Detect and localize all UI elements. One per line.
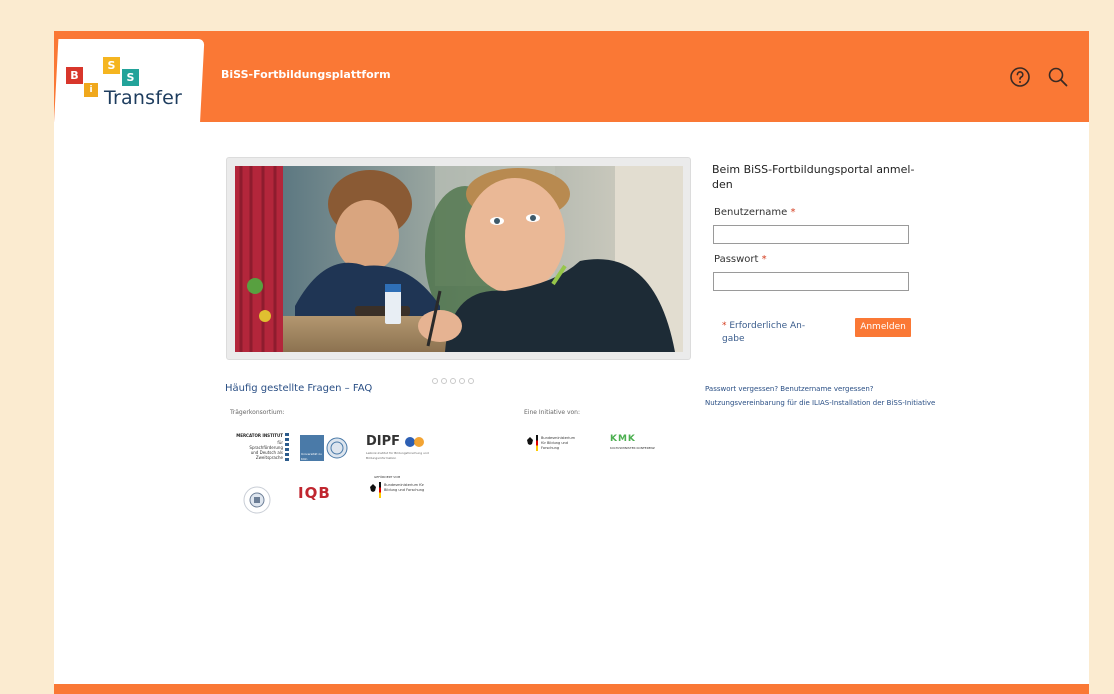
required-note: * Erforderliche An-gabe [722, 320, 822, 346]
help-circle-icon[interactable] [1008, 65, 1032, 89]
uni-koeln-logo[interactable]: Universität zu Köln [300, 435, 350, 461]
bmbf-sponsor-logo[interactable]: GEFÖRDERT VOM Bundesministerium für Bild… [368, 475, 428, 509]
image-carousel[interactable] [226, 157, 691, 360]
carousel-dots [432, 369, 477, 388]
logo-tile-i: i [84, 83, 98, 97]
required-marker: * [722, 321, 727, 331]
footer-bar [54, 684, 1089, 694]
dipf-logo[interactable]: DIPF Leibniz-Institut für Bildungsforsch… [366, 434, 436, 464]
login-button[interactable]: Anmelden [855, 318, 911, 337]
username-label-text: Benutzername [714, 207, 788, 218]
mercator-sub: für Sprachförderung und Deutsch als Zwei… [249, 440, 283, 460]
carousel-dot[interactable] [432, 378, 438, 384]
kmk-name: KMK [610, 434, 636, 444]
username-input[interactable] [713, 225, 909, 244]
page: B i S S Transfer BiSS-Fortbildungsplattf… [54, 31, 1089, 694]
biss-transfer-logo[interactable]: B i S S Transfer [62, 55, 202, 125]
top-bar: B i S S Transfer BiSS-Fortbildungsplattf… [54, 31, 1089, 125]
username-label: Benutzername * [714, 207, 796, 218]
kmk-sub: KULTUSMINISTER KONFERENZ [610, 446, 655, 450]
kmk-logo[interactable]: KMK KULTUSMINISTER KONFERENZ [610, 434, 660, 458]
consortium-label: Trägerkonsortium: [230, 409, 285, 416]
bmbf-initiative-logo[interactable]: Bundesministerium für Bildung und Forsch… [525, 433, 577, 461]
required-marker: * [790, 207, 796, 218]
required-marker: * [761, 254, 767, 265]
logo-tile-s2: S [122, 69, 139, 86]
forgot-credentials-link[interactable]: Passwort vergessen? Benutzername vergess… [705, 385, 874, 393]
login-title: Beim BiSS-Fortbildungsportal anmel-den [712, 163, 915, 191]
terms-link[interactable]: Nutzungsvereinbarung für die ILIAS-Insta… [705, 399, 935, 407]
carousel-dot[interactable] [441, 378, 447, 384]
iqb-logo[interactable]: IQB [298, 484, 331, 502]
federal-eagle-icon [370, 484, 376, 492]
uni-koeln-text: Universität zu Köln [301, 452, 322, 461]
dipf-name: DIPF [366, 434, 401, 449]
carousel-dot[interactable] [468, 378, 474, 384]
bmbf-sponsor-label: GEFÖRDERT VOM [374, 475, 401, 479]
carousel-dot[interactable] [459, 378, 465, 384]
required-note-text: Erforderliche An-gabe [722, 321, 806, 344]
dipf-sub: Leibniz-Institut für Bildungsforschung u… [366, 451, 429, 460]
institute-seal-icon[interactable] [242, 485, 272, 515]
bmbf-sponsor-text: Bundesministerium für Bildung und Forsch… [384, 483, 425, 492]
bmbf-initiative-text: Bundesministerium für Bildung und Forsch… [541, 436, 575, 450]
password-label: Passwort * [714, 254, 767, 265]
mercator-stripes [285, 433, 289, 463]
logo-text: Transfer [104, 87, 182, 109]
flag-stripe [379, 482, 381, 498]
federal-eagle-icon [527, 437, 533, 445]
faq-link[interactable]: Häufig gestellte Fragen – FAQ [225, 383, 372, 394]
initiative-label: Eine Initiative von: [524, 409, 581, 416]
mercator-title: MERCATOR INSTITUT [236, 433, 283, 438]
logo-tile-s1: S [103, 57, 120, 74]
dipf-circles-icon [405, 437, 424, 447]
logo-tile-b: B [66, 67, 83, 84]
carousel-dot[interactable] [450, 378, 456, 384]
uni-koeln-seal-icon [326, 437, 348, 459]
password-input[interactable] [713, 272, 909, 291]
flag-stripe [536, 435, 538, 451]
platform-name[interactable]: BiSS-Fortbildungsplattform [221, 68, 391, 81]
mercator-logo[interactable]: MERCATOR INSTITUT für Sprachförderung un… [229, 433, 289, 465]
search-icon[interactable] [1046, 65, 1070, 89]
carousel-photo [235, 166, 683, 352]
password-label-text: Passwort [714, 254, 759, 265]
